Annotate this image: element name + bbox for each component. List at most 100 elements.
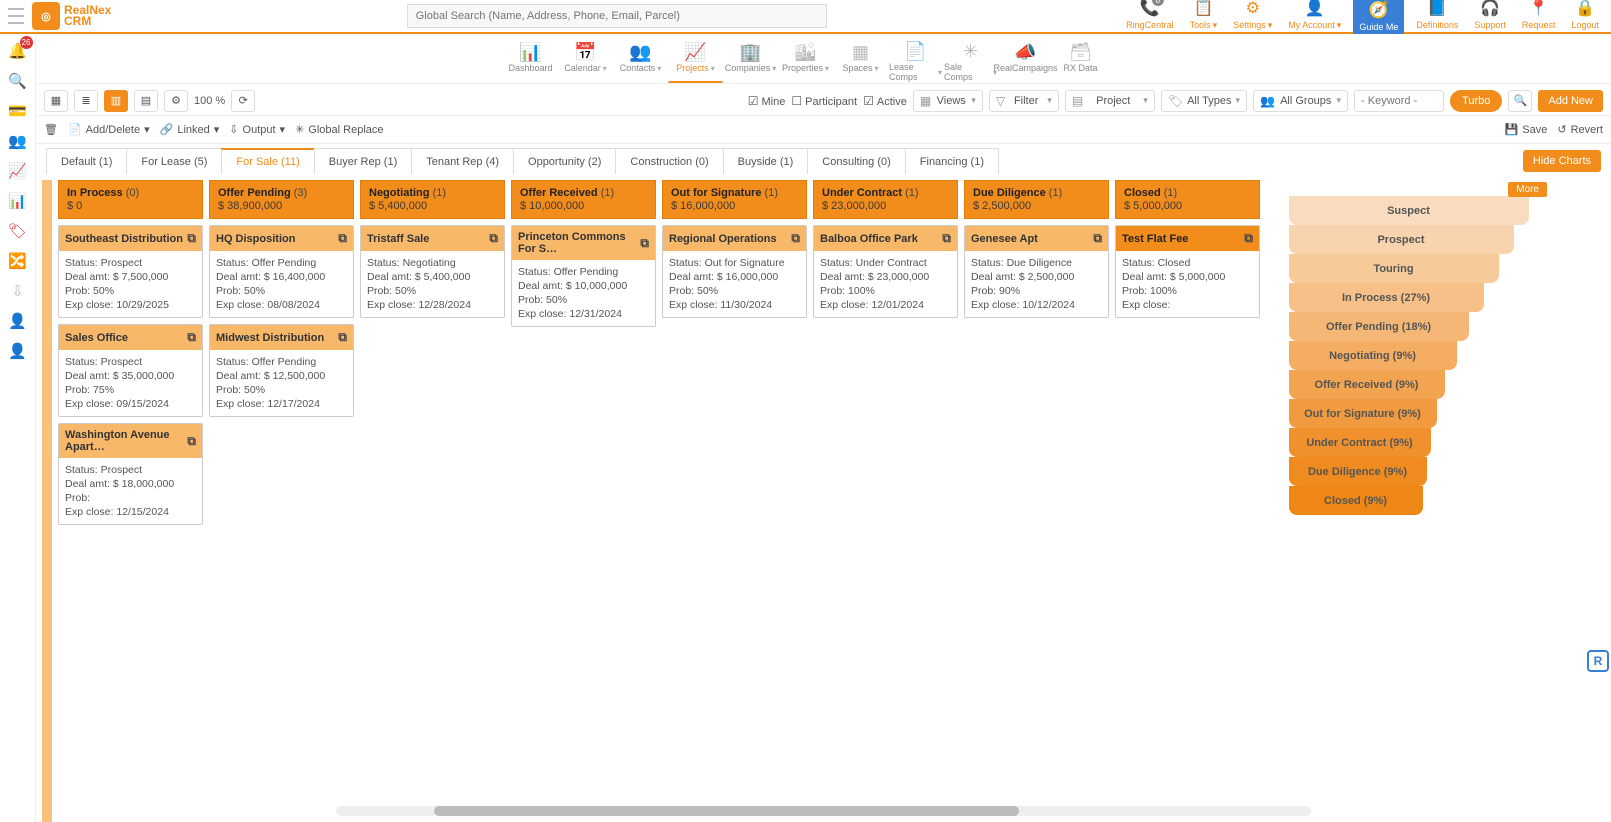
nav-lease-comps[interactable]: 📄Lease Comps	[888, 38, 943, 83]
rail-user-green[interactable]: 👤	[9, 342, 27, 360]
tab-construction[interactable]: Construction (0)	[615, 148, 723, 174]
trash-icon[interactable]: 🗑	[44, 123, 58, 136]
open-card-icon[interactable]: ⧉	[187, 231, 196, 246]
column-header[interactable]: Offer Pending (3)$ 38,900,000	[209, 180, 354, 219]
funnel-segment[interactable]: Offer Pending (18%)	[1289, 312, 1469, 341]
turbo-button[interactable]: Turbo	[1450, 90, 1502, 112]
open-card-icon[interactable]: ⧉	[338, 330, 347, 345]
keyword-input[interactable]	[1354, 90, 1444, 112]
column-header[interactable]: Out for Signature (1)$ 16,000,000	[662, 180, 807, 219]
funnel-segment[interactable]: Closed (9%)	[1289, 486, 1423, 515]
funnel-segment[interactable]: Suspect	[1289, 196, 1529, 225]
tab-for-lease[interactable]: For Lease (5)	[126, 148, 222, 174]
settings-icon[interactable]: ⚙	[164, 90, 188, 112]
card-title[interactable]: Princeton Commons For S…⧉	[512, 226, 655, 260]
rail-user-grey[interactable]: 👤	[9, 312, 27, 330]
sel-views[interactable]: ▦Views	[913, 90, 983, 112]
nav-calendar[interactable]: 📅Calendar	[558, 38, 613, 83]
sel-all-groups[interactable]: 👥All Groups	[1253, 90, 1348, 112]
nav-rx-data[interactable]: 🗃RX Data	[1053, 38, 1108, 83]
search-icon[interactable]: 🔍	[1508, 90, 1532, 112]
global-search-input[interactable]	[407, 4, 827, 28]
rail-alerts[interactable]: 🔔26	[9, 42, 27, 60]
funnel-segment[interactable]: Due Diligence (9%)	[1289, 457, 1427, 486]
save-button[interactable]: 💾 Save	[1505, 123, 1548, 136]
project-card[interactable]: Regional Operations⧉Status: Out for Sign…	[662, 225, 807, 318]
refresh-icon[interactable]: ⟳	[231, 90, 255, 112]
top-ringcentral[interactable]: 📞0RingCentral	[1122, 0, 1178, 30]
card-title[interactable]: Test Flat Fee⧉	[1116, 226, 1259, 251]
nav-contacts[interactable]: 👥Contacts	[613, 38, 668, 83]
add-new-button[interactable]: Add New	[1538, 90, 1603, 112]
open-card-icon[interactable]: ⧉	[338, 231, 347, 246]
tab-tenant-rep[interactable]: Tenant Rep (4)	[411, 148, 514, 174]
tab-financing[interactable]: Financing (1)	[905, 148, 999, 174]
project-card[interactable]: HQ Disposition⧉Status: Offer PendingDeal…	[209, 225, 354, 318]
nav-dashboard[interactable]: 📊Dashboard	[503, 38, 558, 83]
tab-for-sale[interactable]: For Sale (11)	[221, 148, 314, 174]
card-title[interactable]: Washington Avenue Apart…⧉	[59, 424, 202, 458]
column-header[interactable]: Under Contract (1)$ 23,000,000	[813, 180, 958, 219]
top-logout[interactable]: 🔒Logout	[1567, 0, 1603, 30]
column-header[interactable]: Offer Received (1)$ 10,000,000	[511, 180, 656, 219]
view-kanban-icon[interactable]: ▥	[104, 90, 128, 112]
hide-charts-button[interactable]: Hide Charts	[1523, 150, 1601, 172]
column-header[interactable]: Due Diligence (1)$ 2,500,000	[964, 180, 1109, 219]
project-card[interactable]: Genesee Apt⧉Status: Due DiligenceDeal am…	[964, 225, 1109, 318]
rail-people[interactable]: 👥	[9, 132, 27, 150]
sel-all-types[interactable]: 🏷All Types	[1161, 90, 1247, 112]
project-card[interactable]: Tristaff Sale⧉Status: NegotiatingDeal am…	[360, 225, 505, 318]
chk-mine[interactable]: Mine	[748, 94, 786, 108]
rail-shuffle[interactable]: 🔀	[9, 252, 27, 270]
revert-button[interactable]: ↺ Revert	[1557, 123, 1603, 136]
nav-companies[interactable]: 🏢Companies	[723, 38, 778, 83]
project-card[interactable]: Washington Avenue Apart…⧉Status: Prospec…	[58, 423, 203, 525]
top-definitions[interactable]: 📘Definitions	[1412, 0, 1462, 30]
more-button[interactable]: More	[1508, 182, 1547, 197]
tab-buyer-rep[interactable]: Buyer Rep (1)	[314, 148, 412, 174]
funnel-segment[interactable]: Out for Signature (9%)	[1289, 399, 1437, 428]
top-tools[interactable]: 📋Tools	[1186, 0, 1222, 31]
output-menu[interactable]: ⇩ Output ▾	[229, 123, 285, 136]
floating-help-icon[interactable]: R	[1587, 650, 1609, 672]
funnel-segment[interactable]: Prospect	[1289, 225, 1514, 254]
top-support[interactable]: 🎧Support	[1470, 0, 1510, 30]
project-card[interactable]: Southeast Distribution⧉Status: ProspectD…	[58, 225, 203, 318]
project-card[interactable]: Midwest Distribution⧉Status: Offer Pendi…	[209, 324, 354, 417]
horizontal-scrollbar[interactable]	[336, 806, 1311, 816]
rail-download[interactable]: ⇩	[9, 282, 27, 300]
nav-spaces[interactable]: ▦Spaces	[833, 38, 888, 83]
funnel-segment[interactable]: Negotiating (9%)	[1289, 341, 1457, 370]
rail-tag[interactable]: 🏷	[9, 222, 27, 240]
project-card[interactable]: Sales Office⧉Status: ProspectDeal amt: $…	[58, 324, 203, 417]
tab-default[interactable]: Default (1)	[46, 148, 127, 174]
rail-chart[interactable]: 📊	[9, 192, 27, 210]
project-card[interactable]: Test Flat Fee⧉Status: ClosedDeal amt: $ …	[1115, 225, 1260, 318]
sel-project[interactable]: ▤Project	[1065, 90, 1155, 112]
rail-trend[interactable]: 📈	[9, 162, 27, 180]
funnel-segment[interactable]: Offer Received (9%)	[1289, 370, 1445, 399]
open-card-icon[interactable]: ⧉	[489, 231, 498, 246]
open-card-icon[interactable]: ⧉	[640, 236, 649, 251]
tab-buyside[interactable]: Buyside (1)	[723, 148, 809, 174]
card-title[interactable]: Regional Operations⧉	[663, 226, 806, 251]
view-list-icon[interactable]: ≣	[74, 90, 98, 112]
top-guide-me[interactable]: 🧭Guide Me	[1353, 0, 1404, 34]
open-card-icon[interactable]: ⧉	[1093, 231, 1102, 246]
linked-menu[interactable]: 🔗 Linked ▾	[160, 123, 220, 136]
column-header[interactable]: Closed (1)$ 5,000,000	[1115, 180, 1260, 219]
top-my-account[interactable]: 👤My Account	[1284, 0, 1345, 31]
column-header[interactable]: Negotiating (1)$ 5,400,000	[360, 180, 505, 219]
scrollbar-thumb[interactable]	[434, 806, 1019, 816]
funnel-segment[interactable]: In Process (27%)	[1289, 283, 1484, 312]
nav-realcampaigns[interactable]: 📣RealCampaigns	[998, 38, 1053, 83]
card-title[interactable]: Genesee Apt⧉	[965, 226, 1108, 251]
card-title[interactable]: Sales Office⧉	[59, 325, 202, 350]
menu-toggle[interactable]	[8, 8, 24, 24]
rail-search[interactable]: 🔍	[9, 72, 27, 90]
global-replace[interactable]: ✳ Global Replace	[295, 123, 383, 136]
tab-opportunity[interactable]: Opportunity (2)	[513, 148, 616, 174]
app-logo[interactable]: ◎ RealNexCRM	[32, 2, 111, 30]
nav-sale-comps[interactable]: ✳Sale Comps	[943, 38, 998, 83]
card-title[interactable]: Balboa Office Park⧉	[814, 226, 957, 251]
